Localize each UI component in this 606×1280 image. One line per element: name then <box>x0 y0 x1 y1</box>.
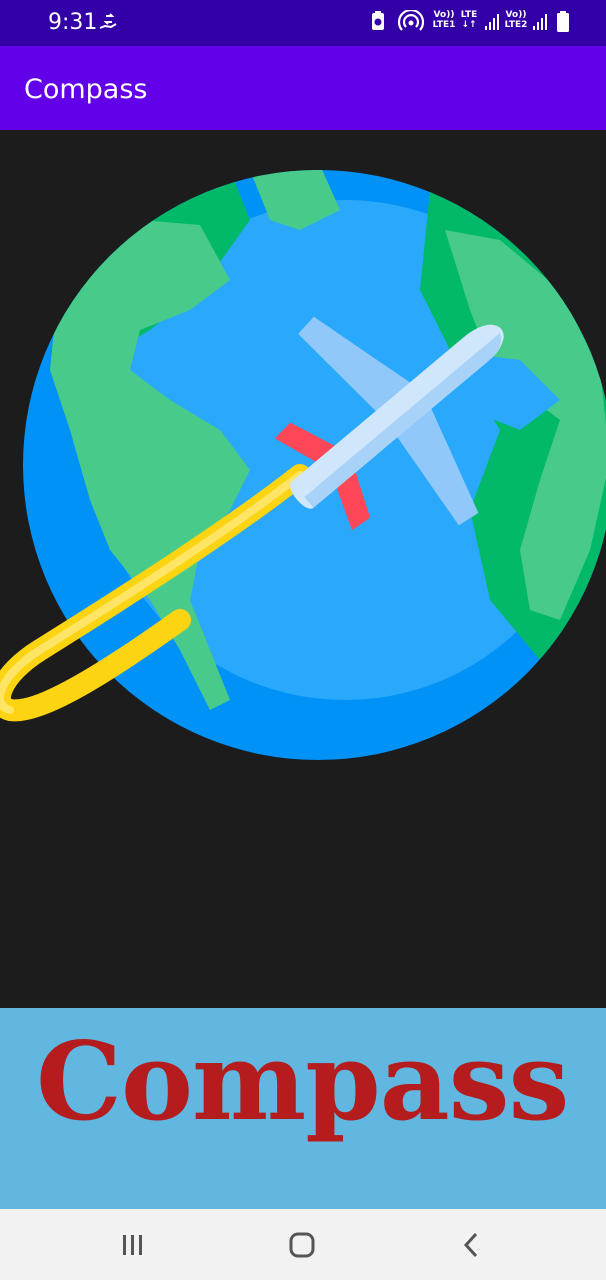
hotspot-icon <box>398 10 424 31</box>
system-nav-bar <box>0 1209 606 1280</box>
lte-indicator: LTE ↓↑ <box>460 10 478 30</box>
app-title: Compass <box>24 74 148 105</box>
sim1-volte: Vo)) LTE1 <box>432 10 456 30</box>
signal-icon <box>485 14 499 30</box>
back-icon[interactable] <box>452 1229 492 1261</box>
hand-sync-icon <box>99 13 117 29</box>
battery-icon <box>557 11 569 32</box>
status-bar: 9:31 Vo)) LTE1 LTE ↓↑ Vo)) LTE2 <box>0 0 606 46</box>
battery-saver-icon <box>372 11 384 30</box>
status-time: 9:31 <box>48 10 98 35</box>
signal-icon <box>533 14 547 30</box>
banner-logo-text: Compass <box>36 1019 569 1145</box>
brand-banner: Compass <box>0 1008 606 1209</box>
recents-icon[interactable] <box>113 1229 153 1261</box>
sim2-volte: Vo)) LTE2 <box>504 10 528 30</box>
main-content <box>0 130 606 1008</box>
globe-airplane-icon <box>0 170 606 760</box>
home-icon[interactable] <box>282 1229 322 1261</box>
app-bar: Compass <box>0 46 606 130</box>
